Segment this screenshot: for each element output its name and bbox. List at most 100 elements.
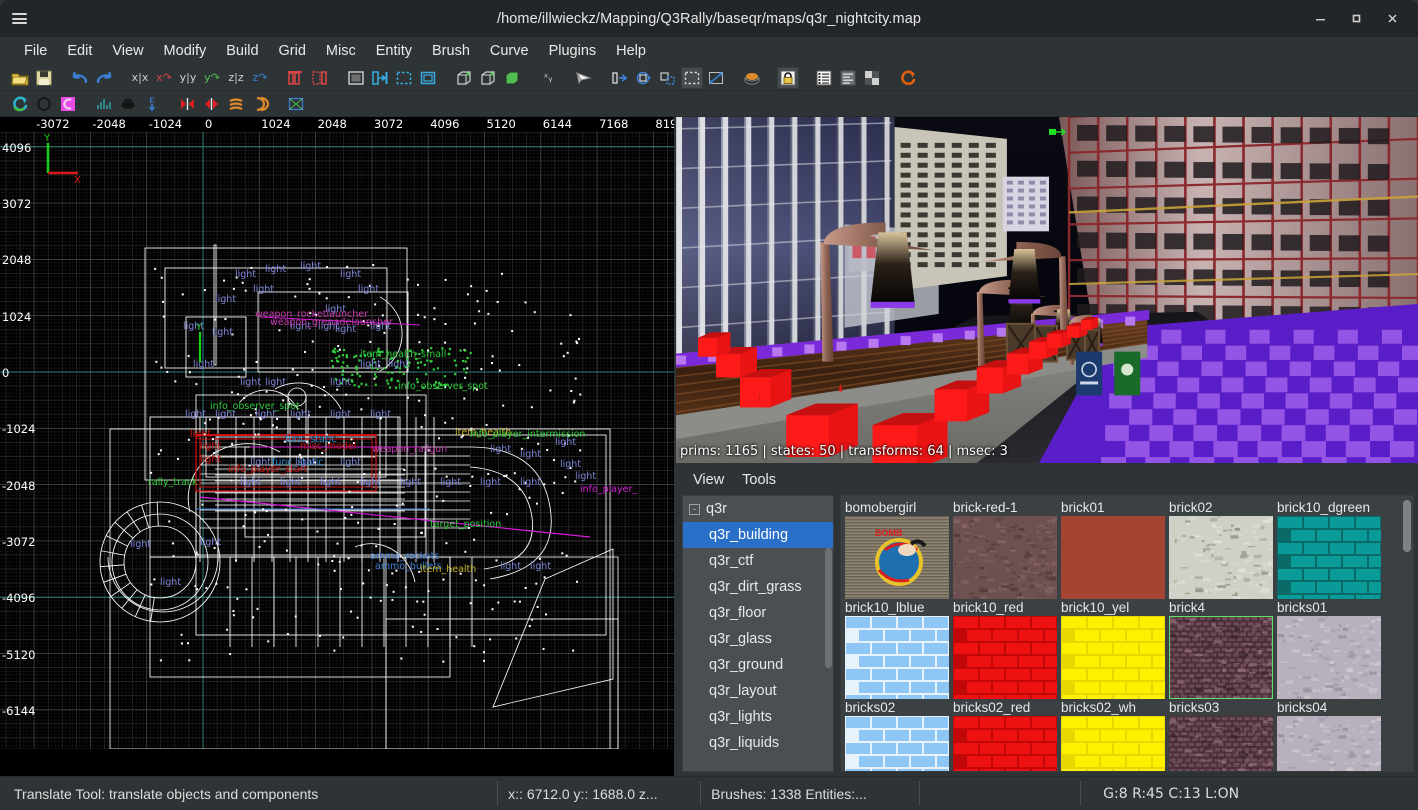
- undo-icon[interactable]: [69, 67, 91, 89]
- shader-tree-item-q3r_liquids[interactable]: q3r_liquids: [683, 730, 833, 756]
- texture-thumbnail[interactable]: BOMB: [845, 516, 949, 599]
- menu-curve[interactable]: Curve: [480, 40, 539, 62]
- texture-grid-scrollbar[interactable]: [1403, 500, 1411, 552]
- texture-cell-bomobergirl[interactable]: bomobergirl BOMB: [845, 499, 949, 599]
- shader-tree-item-q3r_ground[interactable]: q3r_ground: [683, 652, 833, 678]
- flip-z-icon[interactable]: z|z: [225, 67, 247, 89]
- entity-list-icon[interactable]: [813, 67, 835, 89]
- shader-tree-item-q3r_building[interactable]: q3r_building: [683, 522, 833, 548]
- maximize-button[interactable]: [1338, 4, 1374, 34]
- texture-cell-brick4[interactable]: brick4: [1169, 599, 1273, 699]
- refresh-models-icon[interactable]: [897, 67, 919, 89]
- texture-menu-tools[interactable]: Tools: [733, 469, 785, 491]
- texture-lock-icon[interactable]: [777, 66, 799, 89]
- texture-thumbnail[interactable]: [1277, 616, 1381, 699]
- shader-tree-scrollbar[interactable]: [825, 548, 832, 668]
- texture-cell-brick10_yel[interactable]: brick10_yel: [1061, 599, 1165, 699]
- mirror-right-icon[interactable]: [201, 93, 223, 115]
- texture-menu-view[interactable]: View: [684, 469, 733, 491]
- camera-icon[interactable]: [573, 67, 595, 89]
- menu-edit[interactable]: Edit: [57, 40, 102, 62]
- texture-window-icon[interactable]: [861, 67, 883, 89]
- drag-tool-icon[interactable]: [681, 66, 703, 89]
- texture-cell-bricks02_red[interactable]: bricks02_red: [953, 699, 1057, 771]
- texture-thumbnail[interactable]: [953, 616, 1057, 699]
- texture-thumbnail[interactable]: [1169, 616, 1273, 699]
- model-icon[interactable]: [117, 93, 139, 115]
- camera-viewport[interactable]: prims: 1165 | states: 50 | transforms: 6…: [676, 117, 1418, 465]
- shader-tree-root[interactable]: - q3r: [683, 496, 833, 522]
- minimize-button[interactable]: [1302, 4, 1338, 34]
- rotate-z-icon[interactable]: z↷: [249, 67, 271, 89]
- sunplug-icon[interactable]: [285, 93, 307, 115]
- shader-tree-item-q3r_ctf[interactable]: q3r_ctf: [683, 548, 833, 574]
- close-button[interactable]: [1374, 4, 1410, 34]
- entity-export-icon[interactable]: E: [141, 93, 163, 115]
- texture-thumbnail[interactable]: [845, 616, 949, 699]
- texture-thumbnail[interactable]: [1061, 716, 1165, 771]
- shader-tree-item-q3r_floor[interactable]: q3r_floor: [683, 600, 833, 626]
- shader-tree-item-q3r_glass[interactable]: q3r_glass: [683, 626, 833, 652]
- arc-icon[interactable]: [249, 93, 271, 115]
- texture-grid-panel[interactable]: bomobergirl BOMB brick-red-1 brick01 brick02…: [840, 495, 1414, 772]
- select-inside-icon[interactable]: [417, 67, 439, 89]
- save-map-icon[interactable]: [33, 67, 55, 89]
- csg-subtract-icon[interactable]: [453, 67, 475, 89]
- texture-thumbnail[interactable]: [1277, 716, 1381, 771]
- hamburger-icon[interactable]: [0, 0, 38, 37]
- texture-thumbnail[interactable]: [1061, 616, 1165, 699]
- csg-hollow-icon[interactable]: [501, 67, 523, 89]
- texture-cell-brick10_red[interactable]: brick10_red: [953, 599, 1057, 699]
- csg-merge-icon[interactable]: [477, 67, 499, 89]
- texture-cell-bricks03[interactable]: bricks03: [1169, 699, 1273, 771]
- texture-thumbnail[interactable]: [953, 716, 1057, 771]
- menu-misc[interactable]: Misc: [316, 40, 366, 62]
- select-touching-icon[interactable]: [369, 67, 391, 89]
- texture-thumbnail[interactable]: [953, 516, 1057, 599]
- shader-tree-item-q3r_layout[interactable]: q3r_layout: [683, 678, 833, 704]
- menu-grid[interactable]: Grid: [269, 40, 316, 62]
- scale-tool-icon[interactable]: [657, 67, 679, 89]
- console-icon[interactable]: [837, 67, 859, 89]
- shader-tree-item-q3r_lights[interactable]: q3r_lights: [683, 704, 833, 730]
- menu-modify[interactable]: Modify: [154, 40, 217, 62]
- redo-icon[interactable]: [93, 67, 115, 89]
- rotate-tool-icon[interactable]: [633, 67, 655, 89]
- shader-tree-item-q3r_dirt_grass[interactable]: q3r_dirt_grass: [683, 574, 833, 600]
- flip-y-icon[interactable]: y|y: [177, 67, 199, 89]
- menu-brush[interactable]: Brush: [422, 40, 480, 62]
- clipper-icon[interactable]: [285, 67, 307, 89]
- rotate-x-icon[interactable]: x↷: [153, 67, 175, 89]
- menu-help[interactable]: Help: [606, 40, 656, 62]
- select-partial-icon[interactable]: [393, 67, 415, 89]
- texture-cell-brick01[interactable]: brick01: [1061, 499, 1165, 599]
- tree-collapse-icon[interactable]: -: [689, 503, 700, 515]
- texture-cell-bricks02_wh[interactable]: bricks02_wh: [1061, 699, 1165, 771]
- texture-cell-brick10_lblue[interactable]: brick10_lblue: [845, 599, 949, 699]
- texture-cell-brick-red-1[interactable]: brick-red-1: [953, 499, 1057, 599]
- texture-thumbnail[interactable]: [1061, 516, 1165, 599]
- connect-entities-icon[interactable]: [309, 67, 331, 89]
- flip-x-icon[interactable]: x|x: [129, 67, 151, 89]
- texture-thumbnail[interactable]: [845, 716, 949, 771]
- rotate-y-icon[interactable]: y↷: [201, 67, 223, 89]
- brush-export-icon[interactable]: [93, 93, 115, 115]
- texture-thumbnail[interactable]: [1169, 716, 1273, 771]
- menu-entity[interactable]: Entity: [366, 40, 422, 62]
- shader-tree[interactable]: - q3r q3r_building q3r_ctf q3r_dirt_grass q3…: [682, 495, 834, 772]
- open-map-icon[interactable]: [9, 67, 31, 89]
- complete-tall-icon[interactable]: [345, 67, 367, 89]
- mirror-left-icon[interactable]: [177, 93, 199, 115]
- texture-thumbnail[interactable]: [1277, 516, 1381, 599]
- menu-build[interactable]: Build: [216, 40, 268, 62]
- xy-viewport[interactable]: light light light light light light light light…: [0, 117, 676, 776]
- menu-view[interactable]: View: [102, 40, 153, 62]
- gtkgensurf-icon[interactable]: [57, 93, 79, 115]
- texture-cell-bricks01[interactable]: bricks01: [1277, 599, 1381, 699]
- translate-tool-icon[interactable]: [609, 67, 631, 89]
- menu-file[interactable]: File: [14, 40, 57, 62]
- bend-icon[interactable]: [225, 93, 247, 115]
- texture-cell-bricks02[interactable]: bricks02: [845, 699, 949, 771]
- prtview-icon[interactable]: [33, 93, 55, 115]
- resize-tool-icon[interactable]: [705, 67, 727, 89]
